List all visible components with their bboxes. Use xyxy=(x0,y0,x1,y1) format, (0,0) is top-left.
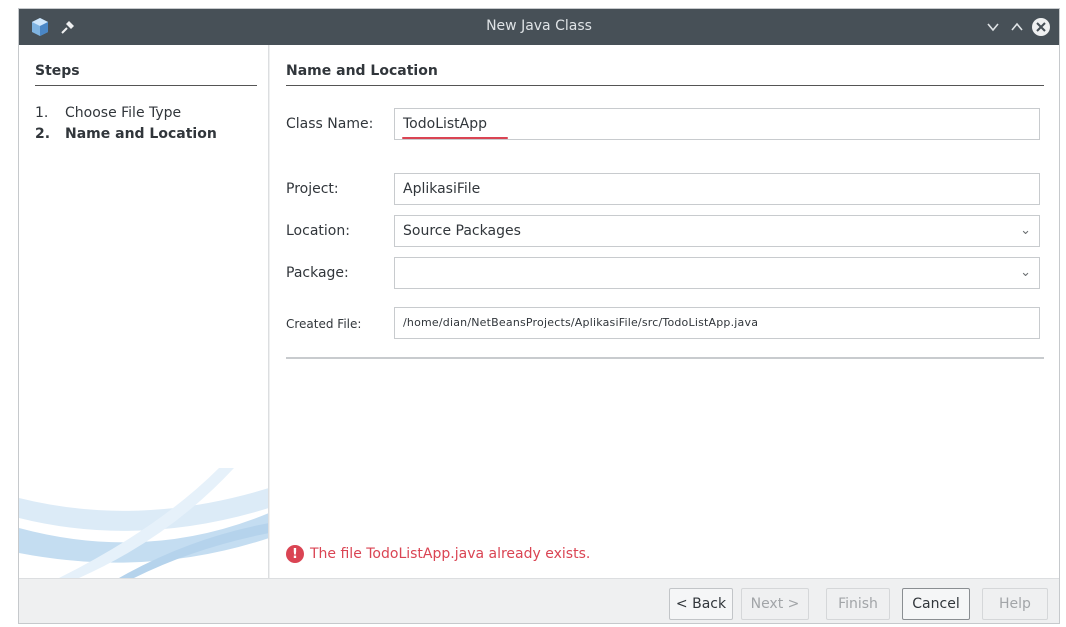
chevron-up-icon[interactable] xyxy=(1005,15,1029,39)
package-select[interactable]: ⌄ xyxy=(394,257,1040,289)
error-message: ! The file TodoListApp.java already exis… xyxy=(286,545,590,563)
window-title: New Java Class xyxy=(486,18,592,34)
name-and-location-panel: Name and Location Class Name: TodoListAp… xyxy=(270,45,1059,578)
class-name-label: Class Name: xyxy=(286,116,374,132)
error-text: The file TodoListApp.java already exists… xyxy=(310,546,591,562)
button-bar: < Back Next > Finish Cancel Help xyxy=(19,578,1059,623)
package-label: Package: xyxy=(286,265,349,281)
chevron-down-icon[interactable] xyxy=(981,15,1005,39)
project-label: Project: xyxy=(286,181,339,197)
error-icon: ! xyxy=(286,545,304,563)
cancel-button[interactable]: Cancel xyxy=(902,588,970,620)
location-select-value: Source Packages xyxy=(403,223,521,239)
created-file-label: Created File: xyxy=(286,317,362,331)
step-label: Name and Location xyxy=(65,126,217,142)
steps-header: Steps xyxy=(35,63,257,86)
decorative-swoosh-graphic xyxy=(19,468,268,578)
created-file-field[interactable]: /home/dian/NetBeansProjects/AplikasiFile… xyxy=(394,307,1040,339)
finish-button[interactable]: Finish xyxy=(826,588,890,620)
section-title: Name and Location xyxy=(286,63,1044,86)
back-button[interactable]: < Back xyxy=(669,588,733,620)
steps-panel: Steps 1. Choose File Type 2. Name and Loca… xyxy=(19,45,269,578)
step-label: Choose File Type xyxy=(65,105,182,121)
next-button[interactable]: Next > xyxy=(741,588,809,620)
help-button[interactable]: Help xyxy=(982,588,1048,620)
step-number: 2. xyxy=(35,126,51,142)
location-label: Location: xyxy=(286,223,350,239)
spellcheck-underline xyxy=(402,137,508,139)
chevron-down-icon[interactable]: ⌄ xyxy=(1020,258,1031,288)
step-number: 1. xyxy=(35,105,49,121)
class-name-input[interactable]: TodoListApp xyxy=(394,108,1040,140)
step-choose-file-type: 1. Choose File Type xyxy=(35,105,181,121)
close-icon[interactable] xyxy=(1029,15,1053,39)
location-select[interactable]: Source Packages ⌄ xyxy=(394,215,1040,247)
title-bar[interactable]: New Java Class xyxy=(19,9,1059,45)
project-field[interactable]: AplikasiFile xyxy=(394,173,1040,205)
chevron-down-icon[interactable]: ⌄ xyxy=(1020,216,1031,246)
form-separator xyxy=(286,357,1044,359)
step-name-and-location: 2. Name and Location xyxy=(35,126,217,142)
new-java-class-dialog: New Java Class Steps 1. Choose File Type … xyxy=(18,8,1060,624)
